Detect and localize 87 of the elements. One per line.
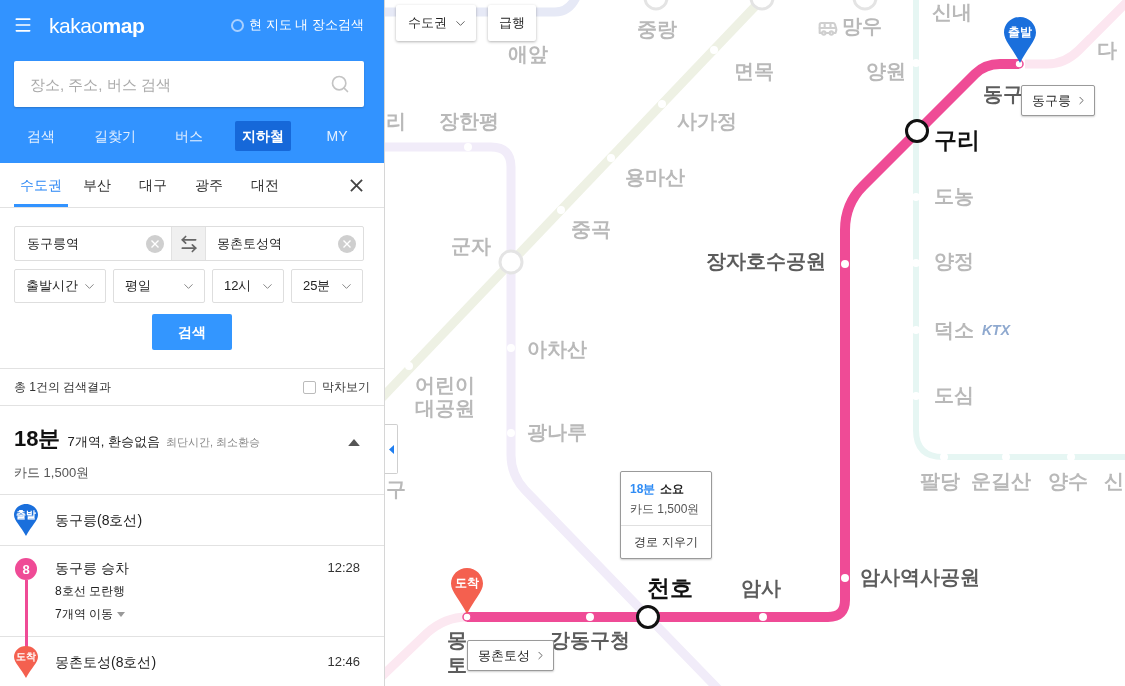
dropdown-select[interactable]: 평일 [113, 269, 205, 303]
station-label: 용마산 [625, 166, 685, 189]
dropdown-select[interactable]: 25분 [291, 269, 363, 303]
clear-icon[interactable] [338, 234, 356, 253]
station-callout[interactable]: 몽촌토성 [467, 640, 554, 671]
region-tab[interactable]: 수도권 [14, 163, 68, 207]
area-search-label: 현 지도 내 장소검색 [249, 16, 364, 35]
station-label: 신 [1104, 470, 1124, 493]
station-label: 어린이 대공원 [415, 374, 476, 420]
station-label: 운길산 [971, 470, 1031, 493]
destination-input[interactable]: 몽촌토성역 [206, 227, 338, 260]
station-label: 애앞 [508, 43, 548, 66]
nav-tab[interactable]: 지하철 [235, 121, 291, 151]
station-label: 아차산 [527, 338, 587, 361]
station-label: 중랑 [637, 18, 677, 41]
station-input-field[interactable]: 동구릉역 몽촌토성역 [14, 226, 364, 261]
station-label: 팔당 [920, 470, 960, 493]
clear-route-button[interactable]: 경로 지우기 [621, 525, 711, 558]
station-label: 구리 [934, 127, 980, 153]
station-label: 리 [386, 110, 406, 133]
start-marker: 출발 [14, 504, 38, 536]
station-label: 광나루 [527, 421, 587, 444]
station-label: 장한평 [439, 110, 499, 133]
fare-text: 카드 1,500원 [630, 501, 700, 517]
station-label: 양수 [1048, 470, 1088, 493]
caret-left-icon [388, 444, 394, 454]
station-label: 몽 [447, 629, 467, 652]
station-label: 중곡 [571, 218, 611, 241]
station-label: 동구 [983, 83, 1023, 106]
station-label: 사가정 [677, 110, 737, 133]
region-tab[interactable]: 대구 [126, 163, 180, 207]
clear-icon[interactable] [146, 234, 164, 253]
checkbox[interactable] [303, 380, 316, 394]
express-button[interactable]: 급행 [488, 5, 536, 41]
route-tags-text: 최단시간, 최소환승 [165, 435, 261, 450]
time-text: 12:28 [327, 559, 360, 577]
summary-text: 7개역, 환승없음 [67, 433, 160, 451]
station-label: 양원 [866, 60, 906, 83]
route-summary-card[interactable]: 18분 7개역, 환승없음 최단시간, 최소환승 카드 1,500원 [0, 406, 384, 495]
station-callout[interactable]: 동구릉 [1021, 85, 1095, 116]
time-text: 12:46 [327, 653, 360, 672]
station-label: 망우 [842, 15, 882, 38]
origin-input[interactable]: 동구릉역 [15, 227, 146, 260]
station-label: 군자 [451, 235, 491, 258]
dropdown-select[interactable]: 출발시간 [14, 269, 106, 303]
region-tab[interactable]: 부산 [70, 163, 124, 207]
swap-button[interactable] [171, 227, 206, 260]
result-count-text: 총 1건의 검색결과 [14, 379, 112, 396]
station-label: 도농 [934, 185, 974, 208]
duration-suffix-text: 소요 [660, 481, 685, 497]
station-label: 토 [447, 654, 467, 677]
line-badge: 8 [15, 558, 37, 580]
station-label: 덕소 [934, 319, 974, 342]
fare-text: 카드 1,500원 [14, 463, 90, 482]
boarding-text: 동구릉 승차 [55, 559, 129, 578]
panel-toggle-button[interactable] [385, 424, 398, 474]
logo-text: KTX [982, 322, 1010, 338]
duration-text: 18분 [14, 428, 61, 450]
station-label: 면목 [734, 60, 774, 83]
end-marker: 도착 [451, 568, 483, 614]
station-label: 암사역사공원 [860, 566, 980, 589]
region-dropdown[interactable]: 수도권 [396, 5, 476, 41]
station-name: 몽촌토성(8호선) [55, 652, 157, 672]
transfer-station-icon [636, 605, 660, 629]
station-label: 다 [1097, 39, 1117, 62]
region-tab[interactable]: 대전 [238, 163, 292, 207]
start-marker: 출발 [1004, 17, 1036, 63]
stops-toggle[interactable]: 7개역 이동 [55, 605, 125, 623]
search-icon[interactable] [330, 74, 350, 94]
station-label: 구 [386, 478, 406, 501]
station-label: 장자호수공원 [706, 250, 826, 273]
station-label: 암사 [741, 577, 781, 600]
end-marker: 도착 [14, 646, 38, 678]
checkbox-label: 막차보기 [322, 379, 370, 396]
menu-icon[interactable] [13, 15, 33, 35]
station-name: 동구릉(8호선) [55, 510, 143, 530]
region-tab[interactable]: 광주 [182, 163, 236, 207]
station-label: 양정 [934, 250, 974, 273]
close-icon[interactable] [350, 178, 363, 192]
direction-text: 8호선 모란행 [55, 583, 125, 600]
transfer-station-icon [905, 119, 929, 143]
station-label: 도심 [934, 384, 974, 407]
station-label: 신내 [932, 1, 972, 24]
dropdown-select[interactable]: 12시 [212, 269, 284, 303]
station-label: 천호 [647, 575, 693, 601]
duration-text: 18분 [630, 481, 656, 497]
radio-button[interactable] [231, 18, 245, 32]
